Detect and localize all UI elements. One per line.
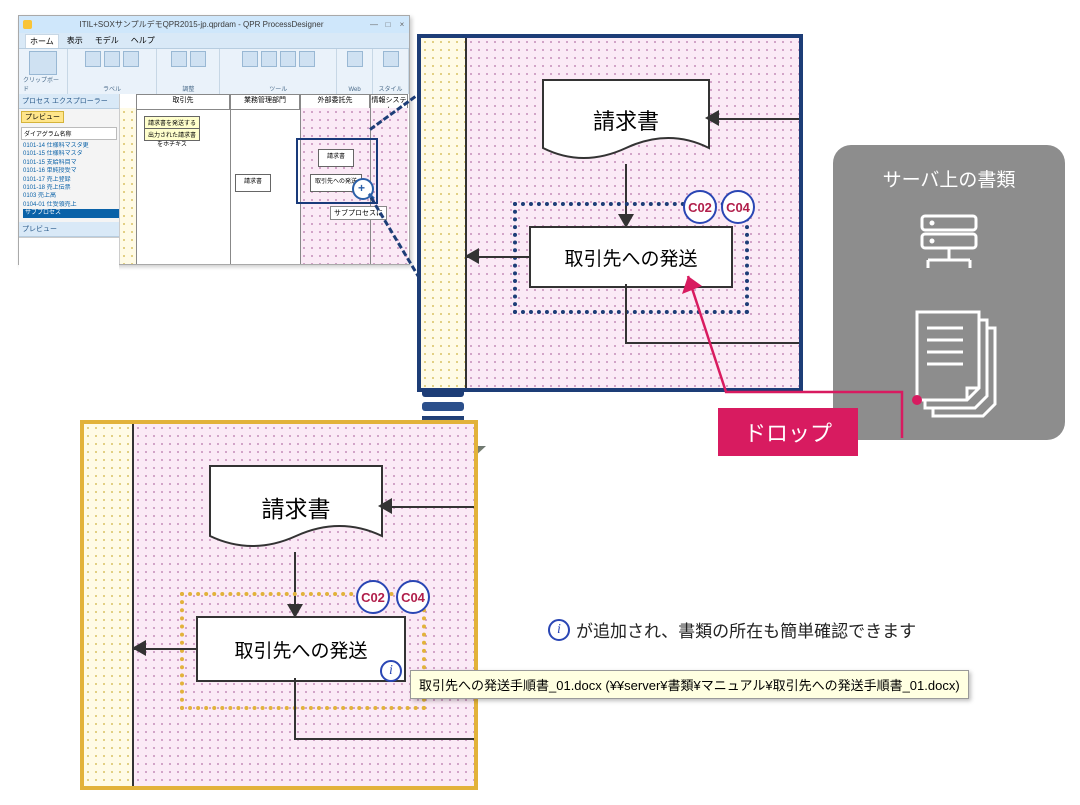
window-title: ITIL+SOXサンプルデモQPR2015-jp.qprdam - QPR Pr… (36, 16, 367, 33)
explanation-caption: i が追加され、書類の所在も簡単確認できます (548, 617, 916, 642)
documents-icon[interactable] (899, 304, 1019, 424)
ribbon: クリップボード ラベル 調整 ツール Web スタイル (19, 49, 409, 96)
sidebar-header: プロセス エクスプローラー (19, 94, 119, 109)
arrowhead-icon (378, 498, 392, 514)
flow-line (709, 118, 799, 120)
tree-item[interactable]: 0101-14 仕様科マスタ更 (23, 142, 119, 150)
control-badge-c02[interactable]: C02 (356, 580, 390, 614)
ribbon-tabs[interactable]: ホーム 表示 モデル ヘルプ (19, 33, 409, 49)
info-icon: i (548, 619, 570, 641)
user-rights-icon[interactable] (242, 51, 258, 67)
tree-item[interactable]: 0103 売上高 (23, 192, 119, 200)
ribbon-group-tools: ツール (269, 84, 287, 93)
selection-marquee (180, 592, 426, 710)
window-buttons[interactable]: —□× (367, 16, 409, 33)
drop-label: ドロップ (718, 408, 858, 456)
preview-toggle[interactable]: プレビュー (21, 111, 64, 123)
tree-item[interactable]: 0101-18 売上伝票 (23, 184, 119, 192)
preview-pane (19, 237, 119, 298)
control-badge-c04[interactable]: C04 (721, 190, 755, 224)
arrowhead-icon (132, 640, 146, 656)
caption-text: が追加され、書類の所在も簡単確認できます (576, 617, 916, 642)
flow-line (382, 506, 474, 508)
tab-help[interactable]: ヘルプ (127, 34, 159, 47)
document-label: 請求書 (208, 490, 384, 524)
tree-item[interactable]: 0104-01 仕受領売上 (23, 201, 119, 209)
tab-view[interactable]: 表示 (63, 34, 87, 47)
ribbon-group-clipboard: クリップボード (23, 75, 63, 93)
control-badge-c04[interactable]: C04 (396, 580, 430, 614)
tab-home[interactable]: ホーム (25, 34, 59, 48)
ribbon-group-label: ラベル (103, 84, 121, 93)
app-screenshot-thumb: ITIL+SOXサンプルデモQPR2015-jp.qprdam - QPR Pr… (18, 15, 410, 265)
flow-line (625, 284, 627, 344)
diagram-tree[interactable]: 0101-14 仕様科マスタ更 0101-15 仕様科マスタ 0101-15 支… (19, 142, 119, 218)
paste-icon[interactable] (29, 51, 57, 75)
tab-model[interactable]: モデル (91, 34, 123, 47)
flow-line (294, 678, 296, 740)
tree-item-selected[interactable]: サブプロセス (23, 209, 119, 217)
tree-item[interactable]: 0101-15 支給科目マ (23, 159, 119, 167)
info-icon[interactable]: i (380, 660, 402, 682)
linked-document-tooltip: 取引先への発送手順書_01.docx (¥¥server¥書類¥マニュアル¥取引… (410, 670, 969, 699)
wizard-icon[interactable] (299, 51, 315, 67)
arrowhead-icon (705, 110, 719, 126)
server-icon (914, 212, 984, 272)
control-badge-c02[interactable]: C02 (683, 190, 717, 224)
diagram-canvas[interactable]: 取引先 業務管理部門 外部委託先 情報システム 請求書を発送する 出力された請求… (120, 94, 409, 264)
tree-item[interactable]: 0101-17 売上登録 (23, 176, 119, 184)
style-icon[interactable] (383, 51, 399, 67)
sort-icon[interactable] (261, 51, 277, 67)
preview-header: プレビュー (19, 222, 119, 237)
ribbon-group-web: Web (348, 87, 360, 93)
tree-item[interactable]: 0101-16 単純授受マ (23, 167, 119, 175)
script-icon[interactable] (280, 51, 296, 67)
server-title: サーバ上の書類 (833, 165, 1065, 192)
note: 出力された請求書をホチキス (144, 128, 200, 141)
web-icon[interactable] (347, 51, 363, 67)
ribbon-group-style: スタイル (379, 84, 403, 93)
flow-line (294, 738, 474, 740)
ribbon-group-adjust: 調整 (182, 84, 194, 93)
document-label: 請求書 (541, 104, 711, 136)
tree-item[interactable]: 0101-15 仕様科マスタ (23, 150, 119, 158)
zoom-panel-after: 請求書 取引先への発送 C02 C04 i (80, 420, 478, 790)
arrowhead-icon (465, 248, 479, 264)
titlebar: ITIL+SOXサンプルデモQPR2015-jp.qprdam - QPR Pr… (19, 16, 409, 33)
diagram-combo[interactable]: ダイアグラム名称 (21, 127, 117, 140)
sidebar: プロセス エクスプローラー プレビュー ダイアグラム名称 0101-14 仕様科… (19, 94, 120, 264)
app-icon (23, 20, 32, 29)
mini-invoice[interactable]: 請求書 (235, 174, 271, 192)
label-icon[interactable] (85, 51, 101, 67)
